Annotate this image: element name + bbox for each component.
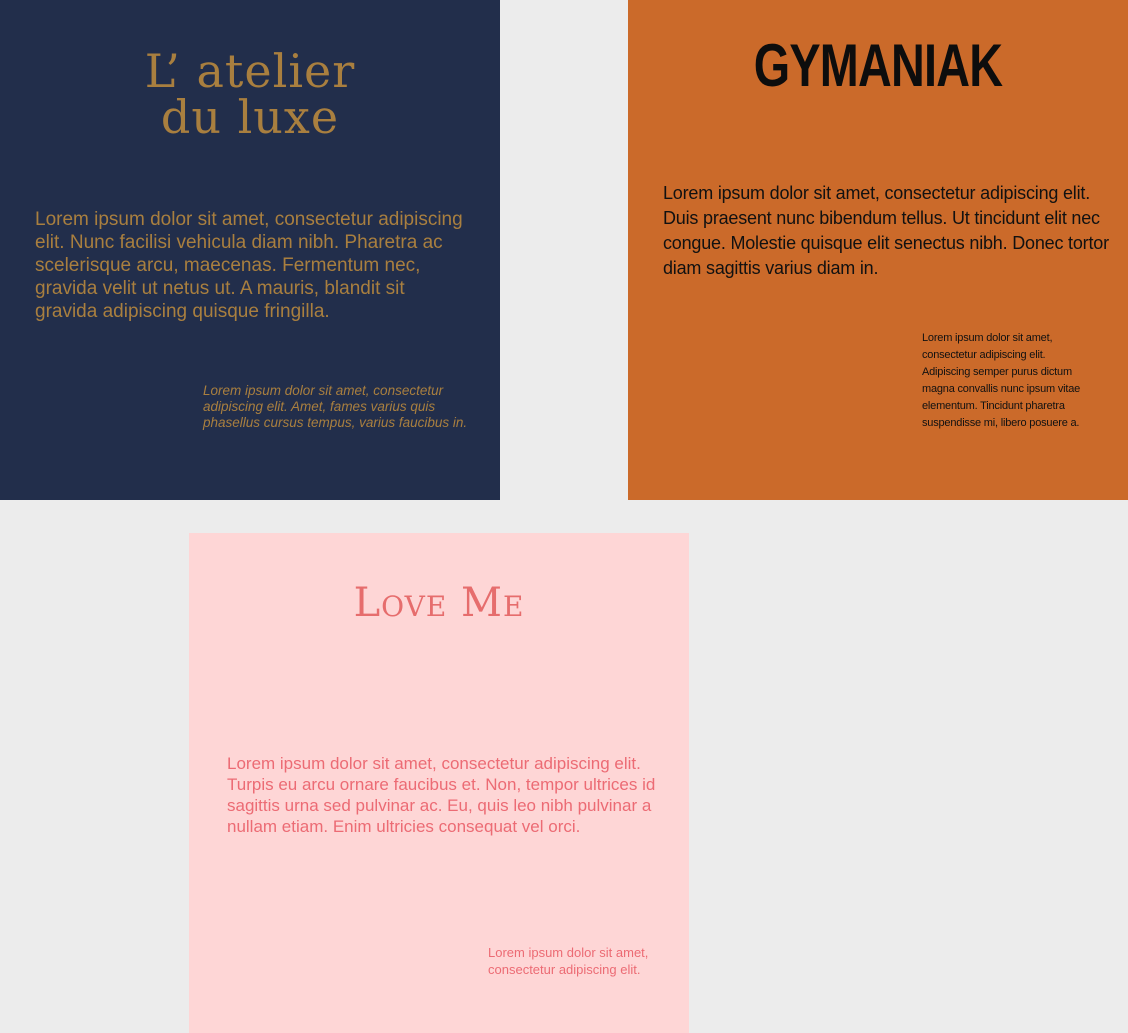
body-text: Lorem ipsum dolor sit amet, consectetur … bbox=[35, 209, 463, 322]
brand-title-line1: L’ atelier bbox=[144, 44, 356, 98]
body-text: Lorem ipsum dolor sit amet, consectetur … bbox=[227, 754, 656, 836]
canvas: L’ atelier du luxe Lorem ipsum dolor sit… bbox=[0, 0, 1128, 1033]
note-text: Lorem ipsum dolor sit amet, consectetur … bbox=[922, 332, 1081, 429]
card-gymaniak: GYMANIAK Lorem ipsum dolor sit amet, con… bbox=[628, 0, 1128, 500]
note-text: Lorem ipsum dolor sit amet, consectetur … bbox=[488, 945, 649, 977]
card-atelier: L’ atelier du luxe Lorem ipsum dolor sit… bbox=[0, 0, 500, 500]
brand-title: Love Me bbox=[353, 580, 525, 626]
card-love-me: Love Me Lorem ipsum dolor sit amet, cons… bbox=[189, 533, 689, 1033]
brand-title: GYMANIAK bbox=[753, 32, 1003, 99]
body-text: Lorem ipsum dolor sit amet, consectetur … bbox=[663, 183, 1109, 278]
brand-title: L’ atelier du luxe bbox=[0, 48, 500, 140]
brand-title-line2: du luxe bbox=[160, 90, 340, 144]
note-text: Lorem ipsum dolor sit amet, consectetur … bbox=[203, 383, 468, 430]
